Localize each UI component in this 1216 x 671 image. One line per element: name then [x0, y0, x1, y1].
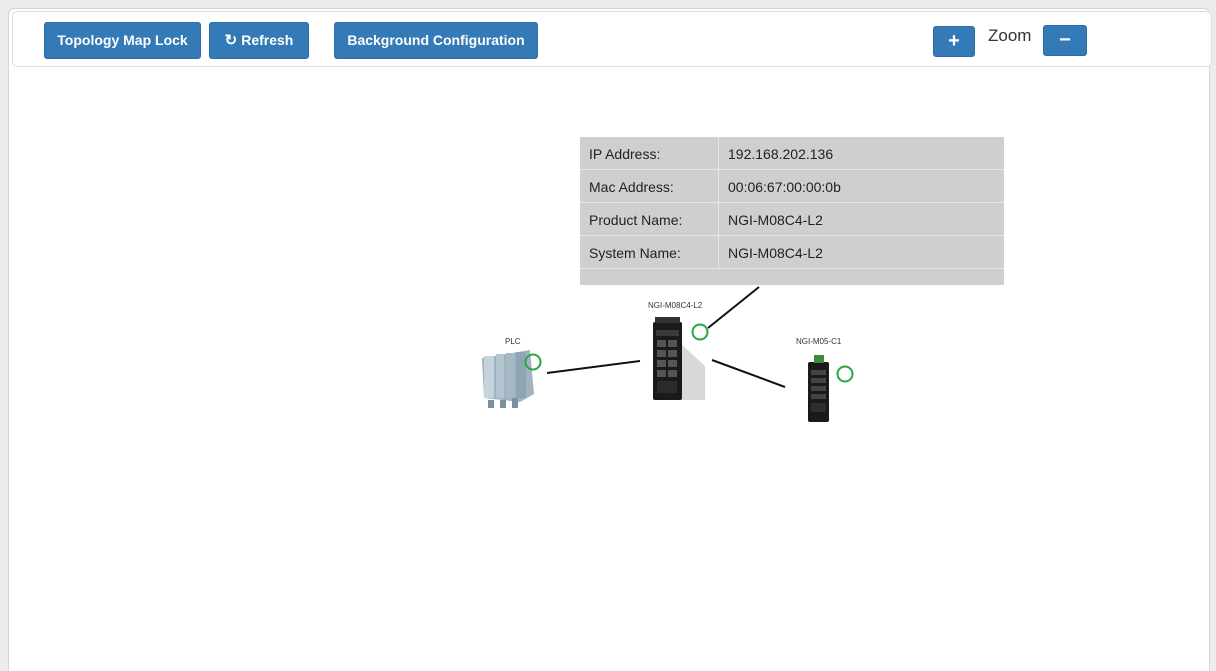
tooltip-row-product: Product Name: NGI-M08C4-L2: [580, 203, 1004, 236]
main-switch-device-icon[interactable]: [653, 317, 705, 400]
product-name-value: NGI-M08C4-L2: [728, 212, 823, 228]
ip-address-label: IP Address:: [589, 146, 661, 162]
device-info-tooltip: IP Address: 192.168.202.136 Mac Address:…: [580, 137, 1004, 285]
main-switch-status-indicator: [691, 323, 709, 341]
ip-address-value: 192.168.202.136: [728, 146, 834, 162]
edge-switch-label: NGI-M05-C1: [796, 337, 842, 346]
plc-label: PLC: [505, 337, 521, 346]
edge-switch-status-indicator: [836, 365, 854, 383]
product-name-label: Product Name:: [589, 212, 683, 228]
system-name-value: NGI-M08C4-L2: [728, 245, 823, 261]
system-name-label: System Name:: [589, 245, 681, 261]
link-main-switch-edge-switch: [711, 359, 786, 388]
main-switch-label: NGI-M08C4-L2: [648, 301, 703, 310]
link-plc-main-switch: [546, 360, 641, 374]
tooltip-row-system: System Name: NGI-M08C4-L2: [580, 236, 1004, 269]
mac-address-label: Mac Address:: [589, 179, 674, 195]
tooltip-row-mac: Mac Address: 00:06:67:00:00:0b: [580, 170, 1004, 203]
tooltip-row-ip: IP Address: 192.168.202.136: [580, 137, 1004, 170]
topology-canvas: [482, 286, 854, 422]
link-tooltip-pointer: [707, 286, 760, 329]
edge-switch-device-icon[interactable]: [808, 355, 829, 422]
mac-address-value: 00:06:67:00:00:0b: [728, 179, 841, 195]
